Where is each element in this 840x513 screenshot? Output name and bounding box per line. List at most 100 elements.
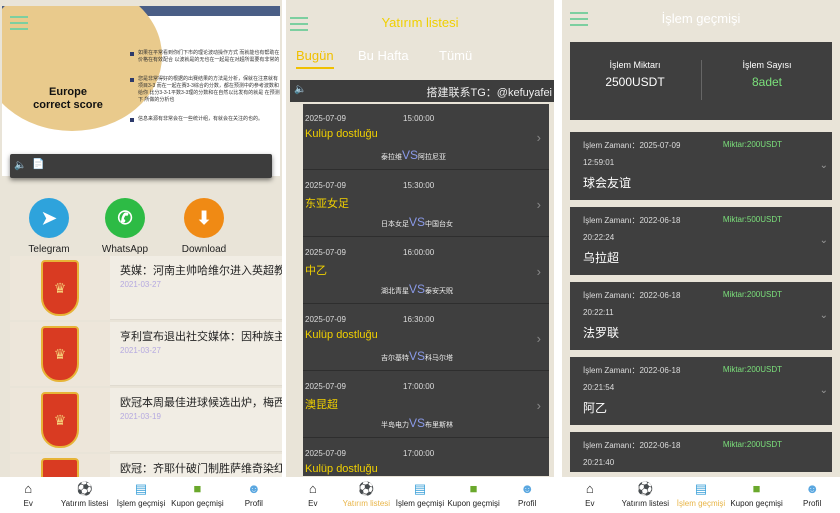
nav-label: Yatırım listesi	[342, 499, 391, 508]
nav-item-coupon[interactable]: ■ Kupon geçmişi	[169, 477, 225, 513]
nav-item-home[interactable]: ⌂ Ev	[286, 477, 340, 513]
nav-label: Kupon geçmişi	[447, 499, 500, 508]
history-time-label: İşlem Zamanı：2022-06-18	[583, 366, 681, 375]
club-badge-icon: ♛	[41, 392, 79, 448]
count-value: 8adet	[751, 75, 783, 89]
notice-bar[interactable]: 🔈 搭建联系TG：@kefuyafei	[290, 80, 554, 102]
news-item[interactable]: ♛ 英媒：河南主帅哈维尔进入英超教练候选名单 2021-03-27	[10, 256, 282, 320]
news-item[interactable]: ♛ 欧冠：齐耶什破门制胜萨维奇染红	[10, 454, 282, 478]
history-league: 法罗联	[583, 326, 620, 340]
news-thumbnail: ♛	[10, 322, 110, 386]
download-link[interactable]: ⬇ Download	[169, 198, 239, 255]
news-item[interactable]: ♛ 亨利宣布退出社交媒体：因种族主义 2021-03-27	[10, 322, 282, 386]
chevron-right-icon: ›	[536, 264, 541, 279]
ball-icon: ⚽	[358, 481, 375, 496]
nav-label: Profil	[803, 499, 822, 508]
whatsapp-link[interactable]: ✆ WhatsApp	[90, 198, 160, 255]
home-banner[interactable]: Europe correct score 如果在平常看到你们下市的理论波动操作方…	[2, 6, 280, 176]
nav-item-invest[interactable]: ⚽ Yatırım listesi	[618, 477, 674, 513]
nav-item-history[interactable]: ▤ İşlem geçmişi	[393, 477, 447, 513]
news-thumbnail: ♛	[10, 388, 110, 452]
home-icon: ⌂	[24, 481, 33, 496]
nav-label: Ev	[585, 499, 595, 508]
menu-icon[interactable]	[10, 16, 28, 30]
history-icon: ▤	[694, 481, 708, 496]
chevron-down-icon: ⌄	[819, 160, 828, 171]
history-item[interactable]: İşlem Zamanı：2022-06-18 Miktar:500USDT 2…	[570, 207, 832, 275]
match-time: 17:00:00	[403, 382, 435, 391]
nav-label: İşlem geçmişi	[395, 499, 445, 508]
invest-screen: Yatırım listesi Bugün Bu Hafta Tümü 🔈 搭建…	[286, 0, 554, 513]
amount-label: İşlem Miktarı	[609, 60, 661, 70]
match-time: 15:00:00	[403, 114, 435, 123]
bottom-nav: ⌂ Ev ⚽ Yatırım listesi ▤ İşlem geçmişi ■ Kup…	[562, 477, 840, 513]
match-league: Kulüp dostluğu	[305, 463, 378, 475]
nav-item-profile[interactable]: ☻ Profil	[226, 477, 282, 513]
coupon-icon: ■	[752, 481, 761, 496]
match-date: 2025-07-09	[305, 315, 346, 324]
news-title: 欧冠：齐耶什破门制胜萨维奇染红	[120, 463, 282, 475]
tab-all[interactable]: Tümü	[439, 48, 472, 63]
app-links: ➤ Telegram ✆ WhatsApp ⬇ Download	[0, 198, 282, 258]
history-item[interactable]: İşlem Zamanı：2022-06-18 Miktar:200USDT 2…	[570, 282, 832, 350]
news-item[interactable]: ♛ 欧冠本周最佳进球候选出炉，梅西在列 2021-03-19	[10, 388, 282, 452]
ball-icon: ⚽	[76, 481, 93, 496]
history-item[interactable]: İşlem Zamanı：2025-07-09 Miktar:200USDT 1…	[570, 132, 832, 200]
match-league: 中乙	[305, 265, 327, 277]
invest-header: Yatırım listesi	[286, 0, 554, 42]
notice-bar[interactable]: 🔈 📄	[10, 154, 272, 178]
count-label: İşlem Sayısı	[742, 60, 792, 70]
history-amount: Miktar:200USDT	[722, 365, 782, 374]
bottom-nav: ⌂ Ev ⚽ Yatırım listesi ▤ İşlem geçmişi ■ Kup…	[0, 477, 282, 513]
history-time: 20:21:54	[583, 383, 615, 392]
bottom-nav: ⌂ Ev ⚽ Yatırım listesi ▤ İşlem geçmişi ■ Kup…	[286, 477, 554, 513]
tab-today[interactable]: Bugün	[296, 48, 334, 69]
vs-label: VS	[409, 416, 426, 430]
profile-icon: ☻	[246, 481, 261, 496]
home-team: 泰拉维	[381, 154, 402, 161]
telegram-icon: ➤	[29, 198, 69, 238]
history-item[interactable]: İşlem Zamanı：2022-06-18 Miktar:200USDT 2…	[570, 357, 832, 425]
nav-item-profile[interactable]: ☻ Profil	[784, 477, 840, 513]
nav-item-coupon[interactable]: ■ Kupon geçmişi	[447, 477, 501, 513]
history-item[interactable]: İşlem Zamanı：2022-06-18 Miktar:200USDT 2…	[570, 432, 832, 472]
nav-item-history[interactable]: ▤ İşlem geçmişi	[113, 477, 169, 513]
profile-icon: ☻	[805, 481, 820, 496]
nav-item-coupon[interactable]: ■ Kupon geçmişi	[729, 477, 785, 513]
history-header: İşlem geçmişi	[562, 0, 840, 40]
telegram-link[interactable]: ➤ Telegram	[14, 198, 84, 255]
page-title: Yatırım listesi	[381, 15, 459, 30]
tab-this-week[interactable]: Bu Hafta	[358, 48, 409, 63]
nav-item-invest[interactable]: ⚽ Yatırım listesi	[340, 477, 394, 513]
vs-label: VS	[409, 282, 426, 296]
nav-item-history[interactable]: ▤ İşlem geçmişi	[673, 477, 729, 513]
nav-label: Kupon geçmişi	[730, 499, 783, 508]
match-row[interactable]: 2025-07-09 16:00:00 中乙 湖北青星VS泰安天贶 ›	[303, 238, 549, 304]
nav-item-invest[interactable]: ⚽ Yatırım listesi	[56, 477, 112, 513]
news-date: 2021-03-19	[120, 412, 161, 421]
match-teams: 湖北青星VS泰安天贶	[381, 282, 453, 296]
match-row[interactable]: 2025-07-09 15:00:00 Kulüp dostluğu 泰拉维VS…	[303, 104, 549, 170]
match-row[interactable]: 2025-07-09 17:00:00 Kulüp dostluğu	[303, 439, 549, 476]
nav-item-profile[interactable]: ☻ Profil	[500, 477, 554, 513]
match-row[interactable]: 2025-07-09 15:30:00 东亚女足 日本女足VS中国台女 ›	[303, 171, 549, 237]
history-amount: Miktar:500USDT	[722, 215, 782, 224]
club-badge-icon: ♛	[41, 326, 79, 382]
history-time-label: İşlem Zamanı：2022-06-18	[583, 291, 681, 300]
nav-item-home[interactable]: ⌂ Ev	[0, 477, 56, 513]
nav-label: İşlem geçmişi	[116, 499, 166, 508]
news-thumbnail: ♛	[10, 256, 110, 320]
amount-summary: İşlem Miktarı 2500USDT	[570, 60, 700, 89]
speaker-icon: 🔈	[14, 160, 27, 171]
match-row[interactable]: 2025-07-09 16:30:00 Kulüp dostluğu 吉尔基特V…	[303, 305, 549, 371]
news-thumbnail: ♛	[10, 454, 110, 478]
match-teams: 泰拉维VS阿拉尼亚	[381, 148, 446, 162]
match-league: Kulüp dostluğu	[305, 128, 378, 140]
match-time: 17:00:00	[403, 449, 435, 458]
nav-item-home[interactable]: ⌂ Ev	[562, 477, 618, 513]
history-summary: İşlem Miktarı 2500USDT İşlem Sayısı 8ade…	[570, 42, 832, 120]
chevron-right-icon: ›	[536, 197, 541, 212]
news-date: 2021-03-27	[120, 280, 161, 289]
match-league: 澳昆超	[305, 399, 338, 411]
match-row[interactable]: 2025-07-09 17:00:00 澳昆超 半岛电力VS布里斯林 ›	[303, 372, 549, 438]
